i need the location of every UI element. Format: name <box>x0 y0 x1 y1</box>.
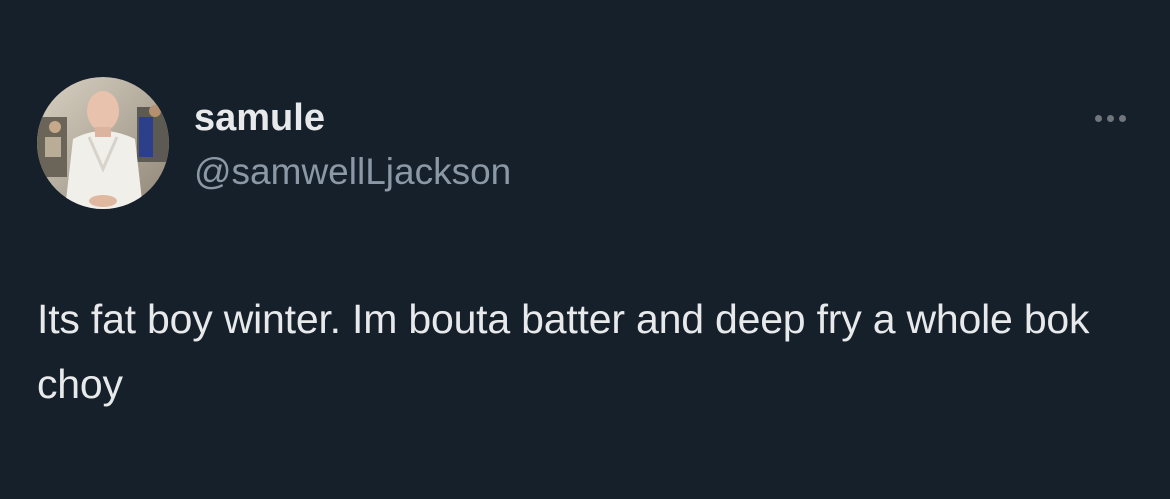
tweet-card: samule @samwellLjackson Its fat boy wint… <box>0 0 1170 499</box>
dot <box>1106 114 1114 122</box>
avatar[interactable] <box>37 77 169 209</box>
dot <box>1094 114 1102 122</box>
dot <box>1118 114 1126 122</box>
user-handle[interactable]: @samwellLjackson <box>194 150 511 194</box>
tweet-text: Its fat boy winter. Im bouta batter and … <box>37 296 1090 407</box>
avatar-photo <box>37 77 169 209</box>
more-options-icon[interactable] <box>1086 104 1134 132</box>
display-name[interactable]: samule <box>194 96 325 140</box>
